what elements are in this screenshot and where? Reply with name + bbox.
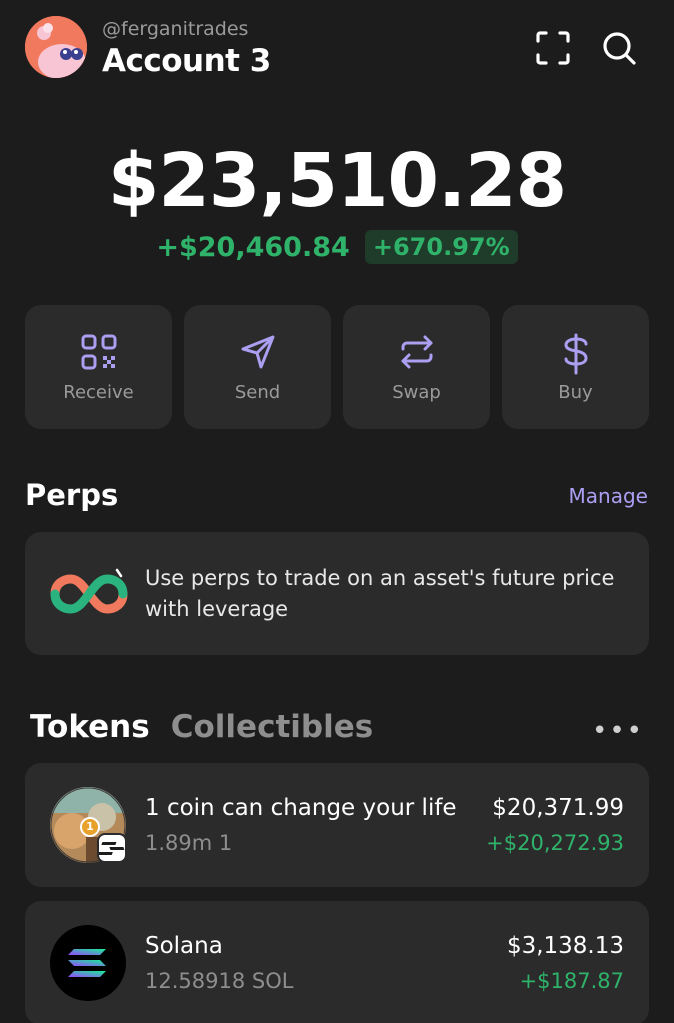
perps-heading: Perps [25, 478, 119, 512]
scan-icon[interactable] [535, 30, 571, 66]
perps-promo-card[interactable]: Use perps to trade on an asset's future … [25, 532, 649, 655]
swap-icon [401, 335, 432, 369]
token-row[interactable]: Solana 12.58918 SOL $3,138.13 +$187.87 [25, 901, 649, 1023]
tab-collectibles[interactable]: Collectibles [171, 709, 373, 745]
more-options-icon[interactable]: ••• [592, 716, 644, 746]
account-avatar[interactable] [25, 16, 87, 78]
tab-tokens[interactable]: Tokens [30, 709, 150, 745]
dollar-icon [563, 333, 588, 375]
perps-infinity-icon [50, 568, 128, 614]
search-icon[interactable] [601, 30, 637, 66]
token-value: $3,138.13 [506, 933, 624, 959]
balance-change: +$20,460.84 +670.97% [0, 230, 674, 264]
token-amount: 12.58918 SOL [145, 969, 294, 993]
send-icon [241, 335, 274, 369]
buy-button[interactable]: Buy [502, 305, 649, 429]
solana-chain-badge [97, 833, 127, 863]
account-name[interactable]: Account 3 [102, 43, 271, 79]
total-balance: $23,510.28 [107, 138, 567, 224]
action-buttons: Receive Send Swap Buy [25, 305, 649, 429]
notification-badge: 1 [80, 817, 100, 837]
token-change: +$20,272.93 [486, 831, 624, 855]
token-amount: 1.89m 1 [145, 831, 233, 855]
asset-tabs: Tokens Collectibles [30, 709, 389, 745]
manage-link[interactable]: Manage [569, 484, 648, 508]
solana-icon [50, 925, 126, 1001]
token-value: $20,371.99 [492, 795, 624, 821]
token-name: Solana [145, 933, 223, 959]
buy-label: Buy [558, 382, 593, 403]
perps-description: Use perps to trade on an asset's future … [145, 566, 615, 621]
header: @ferganitrades Account 3 [25, 16, 649, 80]
receive-label: Receive [63, 382, 134, 403]
change-amount: +$20,460.84 [156, 231, 350, 263]
receive-button[interactable]: Receive [25, 305, 172, 429]
token-name: 1 coin can change your life [145, 795, 457, 821]
account-handle: @ferganitrades [102, 18, 249, 40]
send-button[interactable]: Send [184, 305, 331, 429]
swap-label: Swap [392, 382, 441, 403]
send-label: Send [234, 382, 281, 403]
token-change: +$187.87 [519, 969, 624, 993]
token-row[interactable]: 1 1 coin can change your life 1.89m 1 $2… [25, 763, 649, 887]
swap-button[interactable]: Swap [343, 305, 490, 429]
qr-code-icon [81, 334, 116, 370]
change-percent-badge: +670.97% [364, 230, 518, 264]
